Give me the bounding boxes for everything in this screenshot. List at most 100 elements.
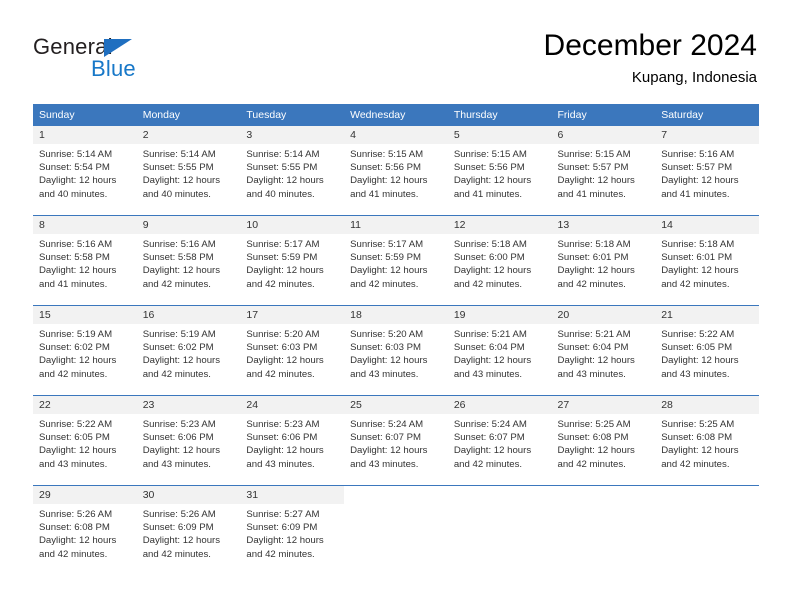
weekday-header-monday: Monday	[136, 104, 241, 126]
sunrise-text: Sunrise: 5:14 AM	[246, 149, 320, 160]
day-details	[655, 504, 759, 508]
calendar-day-cell[interactable]: 15 Sunrise: 5:19 AM Sunset: 6:02 PM Dayligh…	[33, 306, 137, 395]
sunrise-text: Sunrise: 5:24 AM	[350, 419, 424, 430]
sunrise-text: Sunrise: 5:17 AM	[246, 239, 320, 250]
daylight-text-line1: Daylight: 12 hours	[39, 355, 117, 367]
daylight-text-line2: and 41 minutes.	[661, 188, 730, 200]
daylight-text-line1: Daylight: 12 hours	[557, 265, 635, 277]
calendar-day-cell[interactable]: 4 Sunrise: 5:15 AM Sunset: 5:56 PM Daylight…	[344, 126, 448, 215]
day-number: 26	[447, 396, 552, 414]
day-details	[344, 504, 448, 508]
sunrise-text: Sunrise: 5:26 AM	[39, 509, 113, 520]
daylight-text-line2: and 43 minutes.	[661, 368, 730, 380]
daylight-text-line2: and 42 minutes.	[39, 548, 108, 560]
sunrise-text: Sunrise: 5:27 AM	[246, 509, 320, 520]
day-number: 24	[240, 396, 345, 414]
calendar-day-cell[interactable]: 2 Sunrise: 5:14 AM Sunset: 5:55 PM Daylight…	[136, 126, 241, 215]
sunrise-text: Sunrise: 5:16 AM	[661, 149, 735, 160]
sunrise-text: Sunrise: 5:23 AM	[142, 419, 216, 430]
triangle-icon	[104, 39, 132, 57]
day-number: 8	[33, 216, 137, 234]
daylight-text-line1: Daylight: 12 hours	[350, 265, 428, 277]
sunrise-text: Sunrise: 5:18 AM	[557, 239, 631, 250]
day-number: 19	[447, 306, 552, 324]
sunset-text: Sunset: 5:56 PM	[453, 162, 525, 174]
day-details: Sunrise: 5:18 AM Sunset: 6:01 PM Daylight:…	[655, 234, 759, 291]
calendar-day-cell[interactable]: 8 Sunrise: 5:16 AM Sunset: 5:58 PM Daylight…	[33, 216, 137, 305]
calendar-day-cell[interactable]: 1 Sunrise: 5:14 AM Sunset: 5:54 PM Daylight…	[33, 126, 137, 215]
sunset-text: Sunset: 6:02 PM	[142, 342, 214, 354]
daylight-text-line2: and 42 minutes.	[142, 278, 211, 290]
daylight-text-line1: Daylight: 12 hours	[246, 175, 324, 187]
sunset-text: Sunset: 6:01 PM	[661, 252, 733, 264]
day-details: Sunrise: 5:26 AM Sunset: 6:09 PM Daylight:…	[137, 504, 241, 561]
daylight-text-line2: and 42 minutes.	[453, 458, 523, 470]
day-details: Sunrise: 5:19 AM Sunset: 6:02 PM Daylight:…	[137, 324, 241, 381]
daylight-text-line1: Daylight: 12 hours	[557, 175, 635, 187]
daylight-text-line1: Daylight: 12 hours	[350, 175, 428, 187]
day-details: Sunrise: 5:20 AM Sunset: 6:03 PM Daylight:…	[240, 324, 344, 381]
sunrise-text: Sunrise: 5:14 AM	[39, 149, 113, 160]
calendar-day-cell[interactable]: 7 Sunrise: 5:16 AM Sunset: 5:57 PM Daylight…	[655, 126, 759, 215]
calendar-day-cell[interactable]: 26 Sunrise: 5:24 AM Sunset: 6:07 PM Dayligh…	[447, 396, 552, 485]
daylight-text-line1: Daylight: 12 hours	[142, 445, 221, 457]
calendar-day-cell[interactable]: 23 Sunrise: 5:23 AM Sunset: 6:06 PM Dayligh…	[136, 396, 241, 485]
day-number: 30	[136, 486, 241, 504]
daylight-text-line2: and 42 minutes.	[142, 548, 211, 560]
calendar-day-cell[interactable]: 12 Sunrise: 5:18 AM Sunset: 6:00 PM Dayligh…	[447, 216, 552, 305]
day-number: 31	[240, 486, 345, 504]
day-details: Sunrise: 5:23 AM Sunset: 6:06 PM Daylight:…	[240, 414, 344, 471]
calendar-day-cell[interactable]: 3 Sunrise: 5:14 AM Sunset: 5:55 PM Daylight…	[240, 126, 345, 215]
sunrise-text: Sunrise: 5:25 AM	[557, 419, 631, 430]
day-number: 25	[344, 396, 448, 414]
daylight-text-line1: Daylight: 12 hours	[661, 355, 739, 367]
day-number: 28	[655, 396, 759, 414]
day-details: Sunrise: 5:21 AM Sunset: 6:04 PM Daylight:…	[448, 324, 552, 381]
calendar-day-cell[interactable]: 21 Sunrise: 5:22 AM Sunset: 6:05 PM Dayligh…	[655, 306, 759, 395]
calendar-day-cell[interactable]: 16 Sunrise: 5:19 AM Sunset: 6:02 PM Dayligh…	[136, 306, 241, 395]
calendar-day-cell[interactable]: 22 Sunrise: 5:22 AM Sunset: 6:05 PM Dayligh…	[33, 396, 137, 485]
sunrise-text: Sunrise: 5:19 AM	[39, 329, 113, 340]
calendar-day-cell[interactable]: 24 Sunrise: 5:23 AM Sunset: 6:06 PM Dayligh…	[240, 396, 345, 485]
sunrise-text: Sunrise: 5:21 AM	[557, 329, 631, 340]
daylight-text-line1: Daylight: 12 hours	[453, 445, 532, 457]
day-number	[344, 486, 448, 504]
title-block: December 2024 Kupang, Indonesia	[544, 28, 757, 88]
daylight-text-line2: and 43 minutes.	[557, 368, 626, 380]
daylight-text-line2: and 42 minutes.	[453, 278, 523, 290]
calendar-day-cell[interactable]: 29 Sunrise: 5:26 AM Sunset: 6:08 PM Dayligh…	[33, 486, 137, 575]
daylight-text-line2: and 43 minutes.	[350, 368, 419, 380]
sunrise-text: Sunrise: 5:15 AM	[557, 149, 631, 160]
calendar-day-cell[interactable]: 25 Sunrise: 5:24 AM Sunset: 6:07 PM Dayligh…	[344, 396, 448, 485]
day-number: 16	[136, 306, 241, 324]
calendar-day-cell[interactable]: 17 Sunrise: 5:20 AM Sunset: 6:03 PM Dayligh…	[240, 306, 345, 395]
calendar-day-cell[interactable]: 10 Sunrise: 5:17 AM Sunset: 5:59 PM Dayligh…	[240, 216, 345, 305]
daylight-text-line1: Daylight: 12 hours	[142, 175, 221, 187]
day-details: Sunrise: 5:14 AM Sunset: 5:55 PM Daylight:…	[240, 144, 344, 201]
calendar-day-cell[interactable]: 27 Sunrise: 5:25 AM Sunset: 6:08 PM Dayligh…	[551, 396, 656, 485]
daylight-text-line2: and 42 minutes.	[39, 368, 108, 380]
sunset-text: Sunset: 5:58 PM	[142, 252, 214, 264]
daylight-text-line1: Daylight: 12 hours	[557, 355, 635, 367]
calendar-day-cell[interactable]: 31 Sunrise: 5:27 AM Sunset: 6:09 PM Dayligh…	[240, 486, 345, 575]
calendar-day-cell[interactable]: 9 Sunrise: 5:16 AM Sunset: 5:58 PM Daylight…	[136, 216, 241, 305]
calendar-day-cell[interactable]: 20 Sunrise: 5:21 AM Sunset: 6:04 PM Dayligh…	[551, 306, 656, 395]
calendar-day-cell[interactable]: 30 Sunrise: 5:26 AM Sunset: 6:09 PM Dayligh…	[136, 486, 241, 575]
calendar-day-cell[interactable]: 19 Sunrise: 5:21 AM Sunset: 6:04 PM Dayligh…	[447, 306, 552, 395]
calendar-day-cell[interactable]: 14 Sunrise: 5:18 AM Sunset: 6:01 PM Dayligh…	[655, 216, 759, 305]
sunrise-text: Sunrise: 5:14 AM	[142, 149, 216, 160]
daylight-text-line2: and 43 minutes.	[350, 458, 419, 470]
calendar-day-cell[interactable]: 18 Sunrise: 5:20 AM Sunset: 6:03 PM Dayligh…	[344, 306, 448, 395]
sunset-text: Sunset: 5:57 PM	[557, 162, 629, 174]
sunrise-text: Sunrise: 5:16 AM	[142, 239, 216, 250]
calendar-day-cell[interactable]: 11 Sunrise: 5:17 AM Sunset: 5:59 PM Dayligh…	[344, 216, 448, 305]
sunset-text: Sunset: 6:08 PM	[557, 432, 629, 444]
calendar-day-cell[interactable]: 5 Sunrise: 5:15 AM Sunset: 5:56 PM Daylight…	[447, 126, 552, 215]
sunset-text: Sunset: 5:55 PM	[246, 162, 318, 174]
sunset-text: Sunset: 6:09 PM	[246, 522, 318, 534]
calendar-day-cell[interactable]: 28 Sunrise: 5:25 AM Sunset: 6:08 PM Dayligh…	[655, 396, 759, 485]
calendar-day-cell[interactable]: 13 Sunrise: 5:18 AM Sunset: 6:01 PM Dayligh…	[551, 216, 656, 305]
day-details: Sunrise: 5:27 AM Sunset: 6:09 PM Daylight:…	[240, 504, 344, 561]
day-number	[551, 486, 656, 504]
calendar-day-cell[interactable]: 6 Sunrise: 5:15 AM Sunset: 5:57 PM Daylight…	[551, 126, 656, 215]
